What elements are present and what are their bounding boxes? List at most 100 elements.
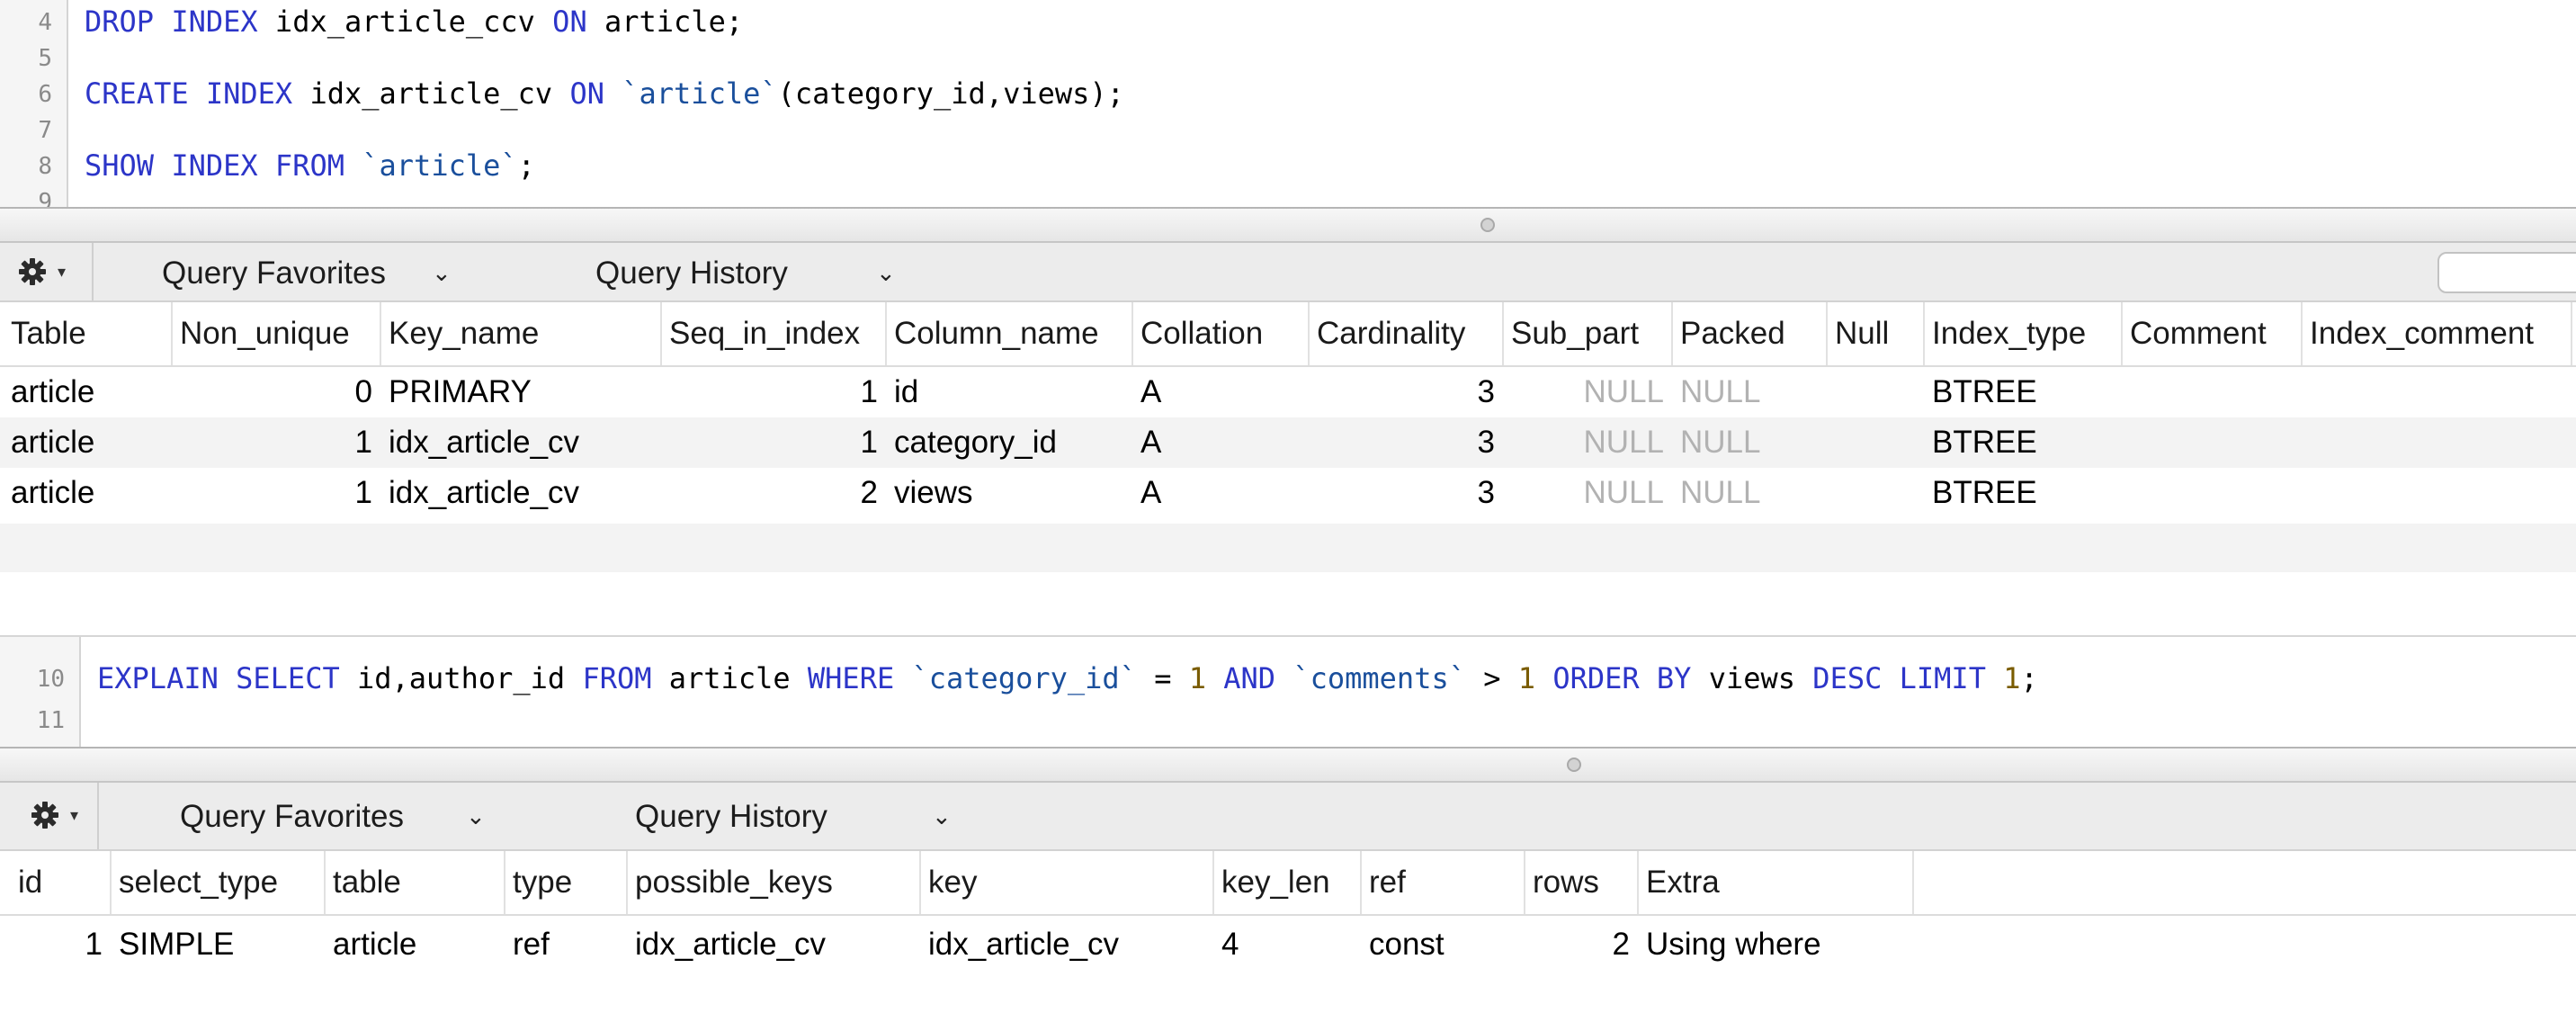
- query-favorites-button[interactable]: Query Favorites: [162, 256, 386, 291]
- table-cell[interactable]: PRIMARY: [381, 367, 662, 417]
- search-input[interactable]: [2437, 252, 2576, 293]
- editor-results-splitter[interactable]: [0, 207, 2576, 243]
- column-header[interactable]: id: [11, 851, 112, 914]
- table-cell[interactable]: [2303, 417, 2572, 468]
- table-cell[interactable]: 1: [173, 417, 381, 468]
- column-header[interactable]: Cardinality: [1310, 302, 1504, 365]
- table-cell[interactable]: 2: [662, 468, 887, 518]
- table-cell[interactable]: [1828, 417, 1925, 468]
- table-cell[interactable]: 1: [11, 916, 112, 973]
- gear-menu-button[interactable]: ▾: [0, 243, 94, 300]
- column-header[interactable]: Non_unique: [173, 302, 381, 365]
- column-header[interactable]: key_len: [1214, 851, 1362, 914]
- table-cell[interactable]: category_id: [887, 417, 1133, 468]
- query-history-button[interactable]: Query History: [595, 256, 788, 291]
- column-header[interactable]: Packed: [1673, 302, 1828, 365]
- column-header[interactable]: type: [505, 851, 628, 914]
- table-row[interactable]: article 1 idx_article_cv 2 views A 3 NULL NULL BT…: [0, 468, 2576, 518]
- table-cell[interactable]: 4: [1214, 916, 1362, 973]
- table-cell[interactable]: 1: [662, 417, 887, 468]
- editor-results-splitter[interactable]: [0, 747, 2576, 783]
- table-cell[interactable]: views: [887, 468, 1133, 518]
- column-header[interactable]: Comment: [2123, 302, 2303, 365]
- table-cell[interactable]: NULL: [1673, 367, 1828, 417]
- table-cell[interactable]: A: [1133, 417, 1310, 468]
- table-cell[interactable]: [2303, 468, 2572, 518]
- table-cell[interactable]: [2123, 468, 2303, 518]
- table-cell[interactable]: NULL: [1673, 468, 1828, 518]
- table-cell[interactable]: const: [1362, 916, 1525, 973]
- table-cell[interactable]: 1: [173, 468, 381, 518]
- table-cell[interactable]: NULL: [1504, 468, 1673, 518]
- table-cell[interactable]: idx_article_cv: [381, 417, 662, 468]
- table-cell[interactable]: [1828, 468, 1925, 518]
- code-line[interactable]: SHOW INDEX FROM `article`;: [85, 151, 535, 180]
- table-cell[interactable]: article: [4, 468, 173, 518]
- query-history-button[interactable]: Query History: [635, 799, 827, 835]
- table-cell[interactable]: [2303, 367, 2572, 417]
- column-header[interactable]: key: [921, 851, 1214, 914]
- query-editor-top[interactable]: 4 DROP INDEX idx_article_ccv ON article; 5…: [0, 0, 2576, 207]
- table-cell[interactable]: A: [1133, 468, 1310, 518]
- code-line[interactable]: DROP INDEX idx_article_ccv ON article;: [85, 7, 743, 36]
- table-cell[interactable]: idx_article_cv: [381, 468, 662, 518]
- table-row[interactable]: 1 SIMPLE article ref idx_article_cv idx_artic…: [0, 916, 2576, 973]
- column-header[interactable]: Seq_in_index: [662, 302, 887, 365]
- results-toolbar-bottom: ▾ Query Favorites ⌄ Query History ⌄: [0, 783, 2576, 851]
- table-cell[interactable]: article: [4, 417, 173, 468]
- table-cell[interactable]: id: [887, 367, 1133, 417]
- gear-menu-button[interactable]: ▾: [13, 783, 99, 849]
- chevron-down-icon[interactable]: ⌄: [466, 802, 486, 830]
- column-header[interactable]: table: [326, 851, 505, 914]
- column-header[interactable]: ref: [1362, 851, 1525, 914]
- column-header[interactable]: Index_comment: [2303, 302, 2572, 365]
- chevron-down-icon[interactable]: ⌄: [932, 802, 952, 830]
- table-cell[interactable]: [2123, 367, 2303, 417]
- table-cell[interactable]: 3: [1310, 468, 1504, 518]
- table-cell[interactable]: SIMPLE: [112, 916, 326, 973]
- table-cell[interactable]: NULL: [1504, 367, 1673, 417]
- table-cell[interactable]: NULL: [1673, 417, 1828, 468]
- table-cell[interactable]: 3: [1310, 417, 1504, 468]
- table-row[interactable]: article 0 PRIMARY 1 id A 3 NULL NULL BTREE: [0, 367, 2576, 417]
- column-header[interactable]: select_type: [112, 851, 326, 914]
- column-header[interactable]: Key_name: [381, 302, 662, 365]
- table-cell[interactable]: idx_article_cv: [921, 916, 1214, 973]
- table-cell[interactable]: article: [326, 916, 505, 973]
- table-cell[interactable]: 0: [173, 367, 381, 417]
- column-header[interactable]: Extra: [1639, 851, 1914, 914]
- chevron-down-icon[interactable]: ⌄: [876, 259, 896, 287]
- query-favorites-button[interactable]: Query Favorites: [180, 799, 404, 835]
- table-cell[interactable]: [1828, 367, 1925, 417]
- column-header[interactable]: Table: [4, 302, 173, 365]
- table-row[interactable]: article 1 idx_article_cv 1 category_id A 3 NULL…: [0, 417, 2576, 468]
- table-cell[interactable]: BTREE: [1925, 417, 2123, 468]
- table-cell[interactable]: BTREE: [1925, 367, 2123, 417]
- table-cell[interactable]: 3: [1310, 367, 1504, 417]
- table-cell[interactable]: 1: [662, 367, 887, 417]
- table-cell[interactable]: ref: [505, 916, 628, 973]
- splitter-handle[interactable]: [1480, 218, 1495, 232]
- table-cell[interactable]: article: [4, 367, 173, 417]
- table-cell[interactable]: [2123, 417, 2303, 468]
- chevron-down-icon[interactable]: ⌄: [432, 259, 452, 287]
- splitter-handle[interactable]: [1567, 758, 1581, 772]
- column-header[interactable]: Sub_part: [1504, 302, 1673, 365]
- column-header[interactable]: Index_type: [1925, 302, 2123, 365]
- column-header[interactable]: Null: [1828, 302, 1925, 365]
- table-cell[interactable]: BTREE: [1925, 468, 2123, 518]
- query-editor-bottom[interactable]: 9 10 EXPLAIN SELECT id,author_id FROM arti…: [0, 635, 2576, 749]
- column-header[interactable]: Collation: [1133, 302, 1310, 365]
- table-cell[interactable]: 2: [1525, 916, 1639, 973]
- table-cell[interactable]: A: [1133, 367, 1310, 417]
- sql-text: ;: [517, 148, 535, 183]
- column-header[interactable]: possible_keys: [628, 851, 921, 914]
- code-line[interactable]: EXPLAIN SELECT id,author_id FROM article…: [97, 664, 2038, 693]
- table-cell[interactable]: Using where: [1639, 916, 1914, 973]
- code-line[interactable]: CREATE INDEX idx_article_cv ON `article`…: [85, 79, 1124, 108]
- column-header[interactable]: rows: [1525, 851, 1639, 914]
- table-cell[interactable]: idx_article_cv: [628, 916, 921, 973]
- column-header[interactable]: Column_name: [887, 302, 1133, 365]
- table-cell[interactable]: NULL: [1504, 417, 1673, 468]
